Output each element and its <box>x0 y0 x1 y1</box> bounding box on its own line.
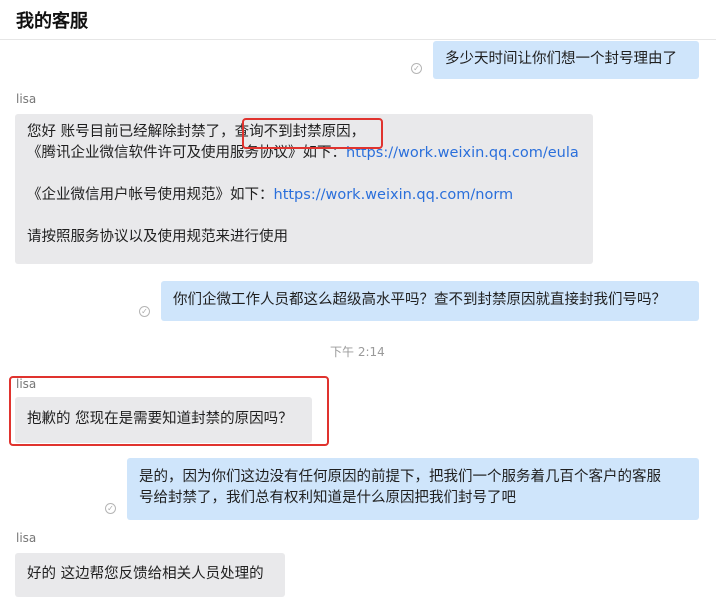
sender-name: lisa <box>16 92 37 106</box>
read-receipt-icon: ✓ <box>105 503 116 514</box>
chat-title: 我的客服 <box>16 11 88 32</box>
message-timestamp: 下午 2:14 <box>330 345 385 359</box>
read-receipt-icon: ✓ <box>411 63 422 74</box>
message-bubble-outgoing: 多少天时间让你们想一个封号理由了 <box>433 41 699 79</box>
message-text: 《企业微信用户帐号使用规范》如下： <box>27 187 274 203</box>
read-receipt-icon: ✓ <box>139 306 150 317</box>
message-bubble-outgoing: 你们企微工作人员都这么超级高水平吗？查不到封禁原因就直接封我们号吗？ <box>161 281 699 321</box>
chat-header: 我的客服 <box>0 0 716 40</box>
message-text: 你们企微工作人员都这么超级高水平吗？查不到封禁原因就直接封我们号吗？ <box>173 292 666 308</box>
highlight-box <box>242 118 383 149</box>
norm-link[interactable]: https://work.weixin.qq.com/norm <box>274 187 514 203</box>
message-text: 多少天时间让你们想一个封号理由了 <box>445 51 677 67</box>
message-text: 是的，因为你们这边没有任何原因的前提下，把我们一个服务着几百个客户的客服 <box>139 469 661 485</box>
message-bubble-incoming: 好的 这边帮您反馈给相关人员处理的 <box>15 553 285 597</box>
message-bubble-outgoing: 是的，因为你们这边没有任何原因的前提下，把我们一个服务着几百个客户的客服 号给封… <box>127 458 699 520</box>
message-text: 您好 账号目前已经解除封禁了， <box>27 124 235 140</box>
message-text: 号给封禁了，我们总有权利知道是什么原因把我们封号了吧 <box>139 490 516 506</box>
message-text: 请按照服务协议以及使用规范来进行使用 <box>27 229 288 245</box>
message-text: 好的 这边帮您反馈给相关人员处理的 <box>27 566 264 582</box>
sender-name: lisa <box>16 531 37 545</box>
highlight-box <box>9 376 329 446</box>
